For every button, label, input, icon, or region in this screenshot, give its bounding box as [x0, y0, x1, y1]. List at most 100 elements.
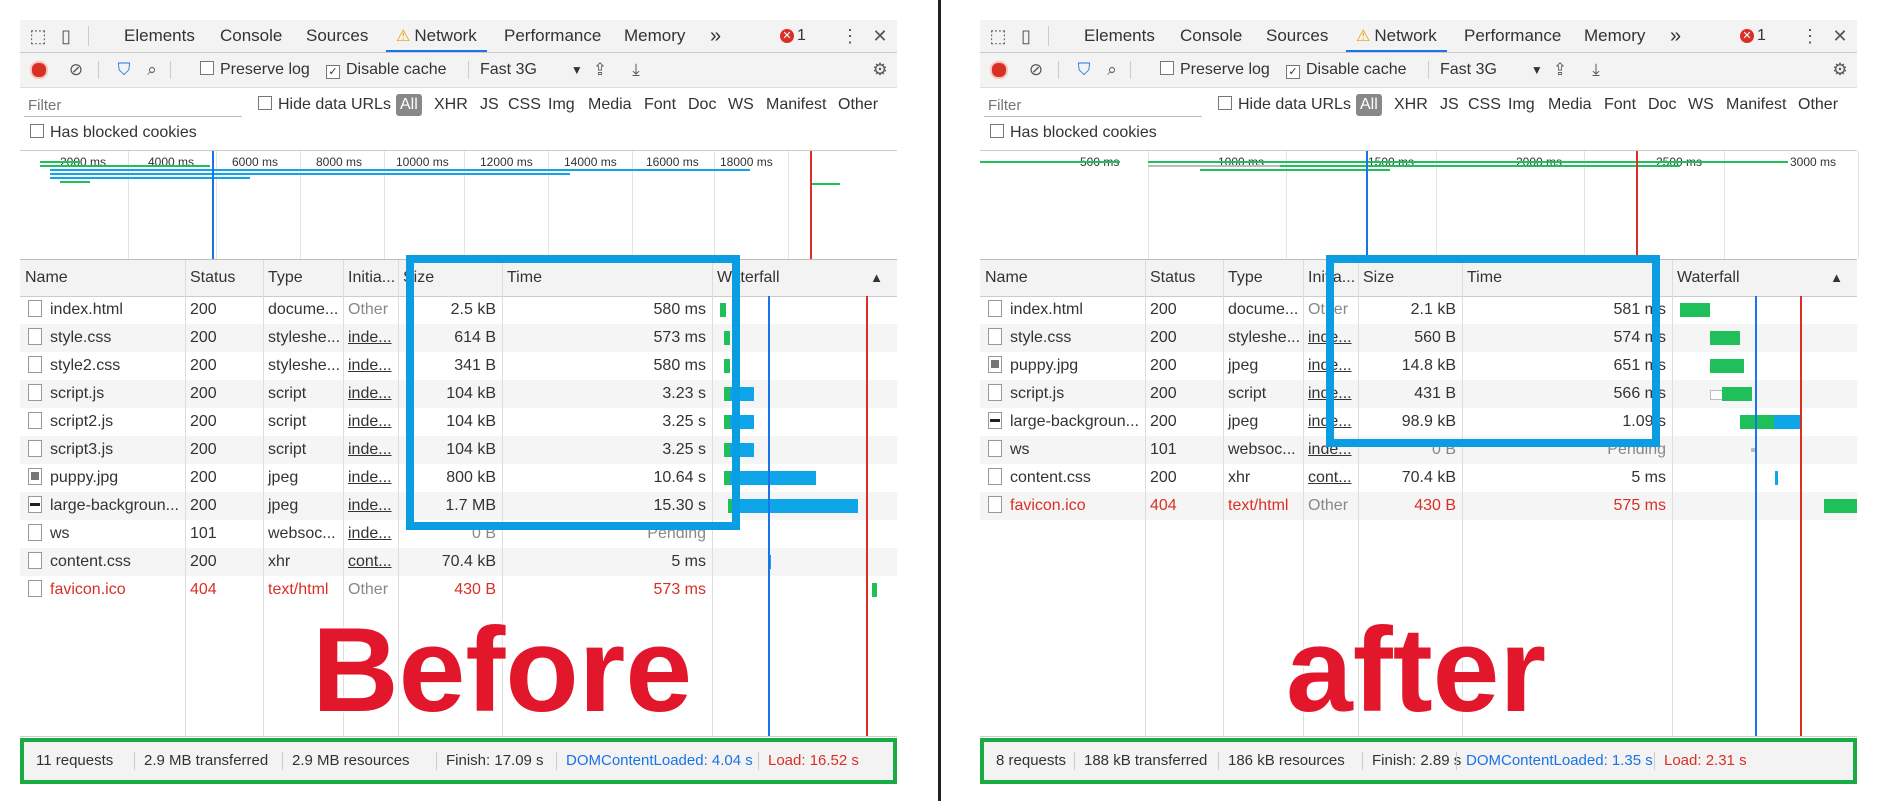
cell-initiator[interactable]: inde...: [343, 324, 398, 352]
device-toolbar-icon[interactable]: ▯: [1016, 26, 1036, 46]
record-icon[interactable]: [30, 61, 48, 79]
hide-data-urls-checkbox[interactable]: Hide data URLs: [258, 88, 391, 122]
filter-type-all[interactable]: All: [1356, 88, 1382, 122]
filter-type-all[interactable]: All: [396, 88, 422, 122]
export-har-icon[interactable]: ⤓: [626, 60, 646, 80]
more-tabs-button[interactable]: »: [710, 20, 721, 52]
table-row[interactable]: index.html 200 docume... Other 2.1 kB 581 ms: [980, 296, 1857, 324]
table-row[interactable]: style.css 200 styleshe... inde... 614 B 573 m…: [20, 324, 897, 352]
close-icon[interactable]: ✕: [1830, 26, 1850, 46]
waterfall-bar[interactable]: [1722, 387, 1752, 401]
table-row[interactable]: script3.js 200 script inde... 104 kB 3.25 s: [20, 436, 897, 464]
col-header-time[interactable]: Time: [1462, 260, 1672, 296]
has-blocked-cookies-checkbox[interactable]: Has blocked cookies: [990, 124, 1157, 142]
col-header-waterfall[interactable]: Waterfall ▲: [712, 260, 897, 296]
disable-cache-checkbox[interactable]: ✓ Disable cache: [326, 53, 447, 87]
col-header-waterfall[interactable]: Waterfall ▲: [1672, 260, 1857, 296]
table-row[interactable]: puppy.jpg 200 jpeg inde... 14.8 kB 651 ms: [980, 352, 1857, 380]
settings-gear-icon[interactable]: ⚙: [870, 60, 890, 80]
filter-type-other[interactable]: Other: [838, 88, 878, 122]
filter-type-doc[interactable]: Doc: [1648, 88, 1676, 122]
cell-initiator[interactable]: inde...: [343, 464, 398, 492]
tab-elements[interactable]: Elements: [1084, 20, 1155, 52]
col-header-status[interactable]: Status: [185, 260, 263, 296]
cell-initiator[interactable]: inde...: [343, 436, 398, 464]
col-header-initiator[interactable]: Initia...: [1303, 260, 1358, 296]
col-header-type[interactable]: Type: [263, 260, 343, 296]
table-row[interactable]: style2.css 200 styleshe... inde... 341 B 580 …: [20, 352, 897, 380]
clear-icon[interactable]: ⊘: [66, 60, 86, 80]
import-har-icon[interactable]: ⇪: [1550, 60, 1570, 80]
table-row[interactable]: script.js 200 script inde... 104 kB 3.23 s: [20, 380, 897, 408]
col-header-name[interactable]: Name: [20, 260, 185, 296]
filter-input[interactable]: [984, 94, 1202, 117]
kebab-menu-icon[interactable]: ⋮: [840, 26, 860, 46]
cell-initiator[interactable]: cont...: [1303, 464, 1358, 492]
filter-type-media[interactable]: Media: [1548, 88, 1592, 122]
filter-type-img[interactable]: Img: [1508, 88, 1535, 122]
inspect-element-icon[interactable]: ⬚: [28, 26, 48, 46]
waterfall-bar[interactable]: [1774, 415, 1800, 429]
cell-initiator[interactable]: inde...: [1303, 408, 1358, 436]
col-header-status[interactable]: Status: [1145, 260, 1223, 296]
tab-sources[interactable]: Sources: [306, 20, 368, 52]
throttle-select[interactable]: Fast 3G ▼: [480, 53, 583, 87]
tab-memory[interactable]: Memory: [624, 20, 685, 52]
filter-icon[interactable]: ⛉: [1074, 60, 1094, 80]
table-row[interactable]: favicon.ico 404 text/html Other 430 B 575 ms: [980, 492, 1857, 520]
preserve-log-checkbox[interactable]: Preserve log: [200, 53, 310, 87]
table-row[interactable]: index.html 200 docume... Other 2.5 kB 580 ms: [20, 296, 897, 324]
table-row[interactable]: script.js 200 script inde... 431 B 566 ms: [980, 380, 1857, 408]
disable-cache-checkbox[interactable]: ✓ Disable cache: [1286, 53, 1407, 87]
filter-type-js[interactable]: JS: [1440, 88, 1459, 122]
filter-type-xhr[interactable]: XHR: [1394, 88, 1428, 122]
tab-console[interactable]: Console: [220, 20, 282, 52]
waterfall-bar[interactable]: [720, 303, 726, 317]
table-row[interactable]: large-backgroun... 200 jpeg inde... 1.7 MB 15…: [20, 492, 897, 520]
device-toolbar-icon[interactable]: ▯: [56, 26, 76, 46]
waterfall-bar[interactable]: [724, 359, 730, 373]
tab-console[interactable]: Console: [1180, 20, 1242, 52]
col-header-size[interactable]: Size: [398, 260, 502, 296]
close-icon[interactable]: ✕: [870, 26, 890, 46]
throttle-select[interactable]: Fast 3G ▼: [1440, 53, 1543, 87]
table-row[interactable]: ws 101 websoc... inde... 0 B Pending: [980, 436, 1857, 464]
table-row[interactable]: large-backgroun... 200 jpeg inde... 98.9 kB 1…: [980, 408, 1857, 436]
col-header-initiator[interactable]: Initia...: [343, 260, 398, 296]
import-har-icon[interactable]: ⇪: [590, 60, 610, 80]
waterfall-bar[interactable]: [1740, 415, 1774, 429]
waterfall-bar[interactable]: [730, 443, 754, 457]
table-row[interactable]: favicon.ico 404 text/html Other 430 B 573 ms: [20, 576, 897, 604]
filter-type-img[interactable]: Img: [548, 88, 575, 122]
waterfall-bar[interactable]: [1680, 303, 1710, 317]
record-icon[interactable]: [990, 61, 1008, 79]
filter-type-other[interactable]: Other: [1798, 88, 1838, 122]
tab-network[interactable]: ⚠ Network: [1346, 20, 1447, 52]
filter-input[interactable]: [24, 94, 242, 117]
filter-type-doc[interactable]: Doc: [688, 88, 716, 122]
inspect-element-icon[interactable]: ⬚: [988, 26, 1008, 46]
search-icon[interactable]: ⌕: [142, 60, 162, 80]
waterfall-bar[interactable]: [734, 499, 858, 513]
tab-performance[interactable]: Performance: [504, 20, 601, 52]
tab-elements[interactable]: Elements: [124, 20, 195, 52]
error-counter[interactable]: ✕ 1: [780, 26, 806, 46]
col-header-time[interactable]: Time: [502, 260, 712, 296]
filter-type-font[interactable]: Font: [1604, 88, 1636, 122]
cell-initiator[interactable]: inde...: [343, 408, 398, 436]
waterfall-bar[interactable]: [1710, 331, 1740, 345]
waterfall-bar[interactable]: [724, 331, 730, 345]
filter-type-ws[interactable]: WS: [1688, 88, 1714, 122]
cell-initiator[interactable]: inde...: [1303, 324, 1358, 352]
col-header-type[interactable]: Type: [1223, 260, 1303, 296]
has-blocked-cookies-checkbox[interactable]: Has blocked cookies: [30, 124, 197, 142]
waterfall-bar[interactable]: [1710, 359, 1744, 373]
timeline-overview[interactable]: 2000 ms 4000 ms 6000 ms 8000 ms 10000 ms 1200…: [20, 151, 897, 260]
timeline-overview[interactable]: 500 ms1000 ms1500 ms2000 ms2500 ms3000 m…: [980, 151, 1859, 260]
col-header-size[interactable]: Size: [1358, 260, 1462, 296]
filter-type-media[interactable]: Media: [588, 88, 632, 122]
table-row[interactable]: ws 101 websoc... inde... 0 B Pending: [20, 520, 897, 548]
table-row[interactable]: content.css 200 xhr cont... 70.4 kB 5 ms: [20, 548, 897, 576]
col-header-name[interactable]: Name: [980, 260, 1145, 296]
more-tabs-button[interactable]: »: [1670, 20, 1681, 52]
